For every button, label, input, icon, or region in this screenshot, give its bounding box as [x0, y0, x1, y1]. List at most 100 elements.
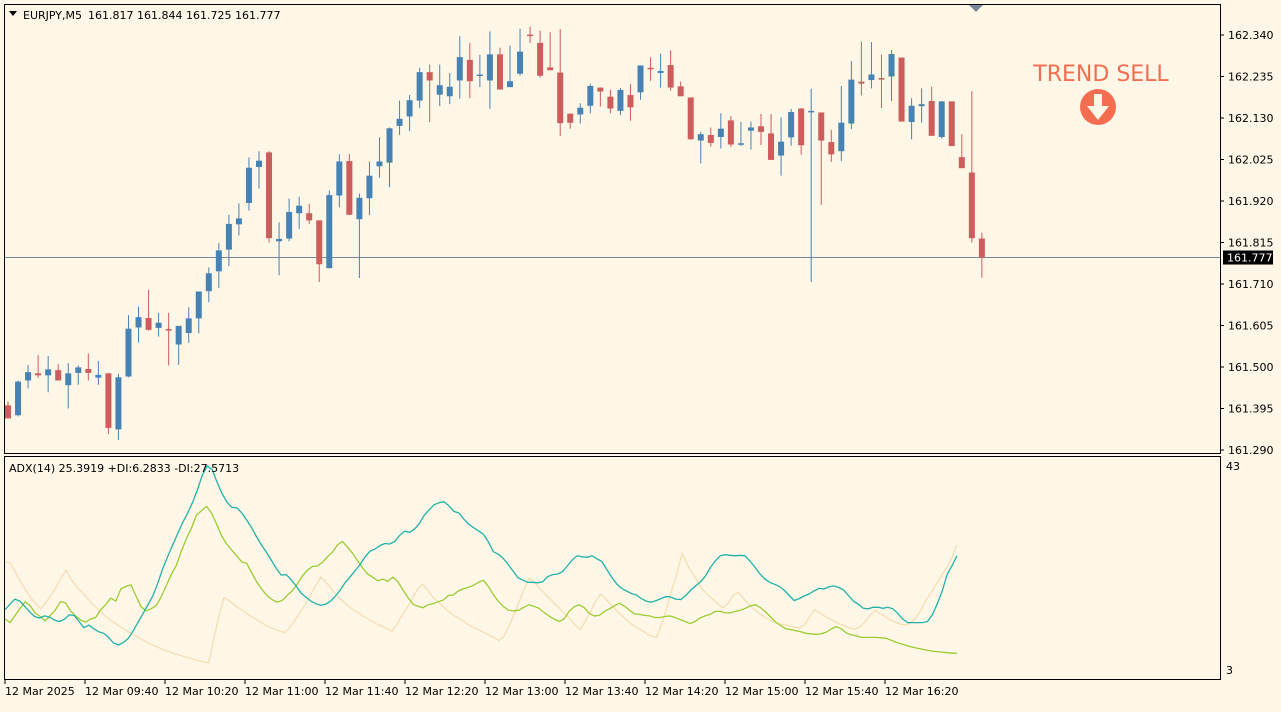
- candle-body: [416, 72, 423, 101]
- candle-body: [918, 104, 925, 107]
- candle-body: [15, 381, 22, 416]
- candle-body: [205, 273, 212, 292]
- candle-body: [476, 74, 483, 77]
- candle-body: [175, 325, 182, 345]
- price-tick-label: 161.290: [1228, 444, 1274, 457]
- candle-body: [5, 405, 11, 419]
- candle-body: [567, 113, 574, 123]
- indicator-panel-frame: [4, 456, 1221, 680]
- candle-body: [35, 373, 42, 376]
- candle-body: [496, 54, 503, 90]
- candle-body: [838, 122, 845, 152]
- candle-body: [286, 212, 293, 239]
- arrow-down-circle-icon: [1080, 89, 1116, 125]
- candle-body: [266, 152, 273, 239]
- candle-body: [155, 322, 162, 328]
- candle-body: [607, 96, 614, 109]
- price-tick-label: 162.025: [1228, 154, 1274, 167]
- symbol-menu-triangle-icon[interactable]: [9, 11, 17, 16]
- indicator-tick-label: 3: [1226, 664, 1233, 677]
- candle-body: [256, 160, 262, 168]
- chart-shift-marker[interactable]: [969, 5, 983, 12]
- candle-body: [486, 54, 493, 81]
- candle-body: [195, 291, 202, 319]
- candle-body: [215, 250, 222, 272]
- symbol-label[interactable]: EURJPY,M5: [23, 9, 82, 22]
- candle-body: [356, 197, 363, 220]
- candle-body: [868, 74, 875, 81]
- candle-body: [507, 81, 513, 88]
- candle-body: [908, 105, 915, 122]
- candle-body: [376, 161, 383, 167]
- candle-body: [85, 368, 92, 373]
- candle-body: [426, 72, 433, 81]
- price-tick-label: 161.920: [1228, 195, 1274, 208]
- candle-body: [948, 101, 955, 147]
- candle-body: [557, 72, 564, 124]
- candle-body: [145, 317, 152, 330]
- candle-body: [798, 108, 805, 146]
- price-tick-label: 162.130: [1228, 112, 1274, 125]
- time-axis: 12 Mar 2025 12 Mar 09:40 12 Mar 10:20 12 Ma…: [4, 680, 958, 698]
- time-tick-label: 12 Mar 16:20: [885, 685, 958, 698]
- price-tick-label: 161.395: [1228, 403, 1274, 416]
- chart-window: 162.340 162.235 162.130 162.025 161.920 161.8…: [0, 0, 1281, 708]
- price-axis: 162.340 162.235 162.130 162.025 161.920 161.8…: [1220, 29, 1274, 457]
- candle-body: [778, 141, 785, 156]
- candle-body: [105, 373, 112, 428]
- time-tick-label: 12 Mar 15:40: [805, 685, 878, 698]
- candle-body: [306, 213, 313, 221]
- candle-body: [225, 223, 232, 250]
- candle-body: [677, 86, 684, 97]
- time-tick-label: 12 Mar 11:40: [325, 685, 398, 698]
- candle-body: [537, 42, 544, 76]
- candle-body: [115, 377, 122, 430]
- candle-body: [978, 238, 985, 258]
- price-tick-label: 162.235: [1228, 71, 1274, 84]
- adx-lines-group: [4, 465, 958, 664]
- candle-body: [818, 112, 825, 141]
- candle-body: [296, 205, 303, 214]
- candle-body: [938, 101, 945, 137]
- candle-body: [75, 367, 82, 373]
- candle-body: [547, 67, 554, 71]
- candle-body: [968, 172, 975, 239]
- candle-body: [898, 57, 905, 122]
- candle-body: [727, 120, 734, 145]
- candle-body: [326, 195, 333, 269]
- candle-body: [185, 318, 192, 334]
- candle-body: [928, 101, 935, 136]
- candle-body: [828, 142, 835, 155]
- time-tick-label: 12 Mar 2025: [5, 685, 75, 698]
- candle-body: [366, 175, 373, 199]
- candle-body: [878, 78, 885, 80]
- candle-body: [456, 57, 463, 81]
- price-tick-label: 161.710: [1228, 278, 1274, 291]
- chart-svg: 162.340 162.235 162.130 162.025 161.920 161.8…: [4, 4, 1274, 698]
- time-tick-label: 12 Mar 11:00: [245, 685, 318, 698]
- candle-body: [687, 97, 694, 140]
- candle-body: [386, 128, 393, 163]
- indicator-axis: 43 3: [1226, 460, 1240, 677]
- candle-body: [95, 374, 102, 378]
- candle-body: [597, 87, 604, 92]
- candle-body: [697, 134, 704, 141]
- trend-signal-label: TREND SELL: [1032, 62, 1169, 87]
- candle-body: [466, 59, 473, 82]
- candle-body: [235, 218, 242, 225]
- candle-body: [577, 107, 584, 115]
- candle-body: [436, 85, 443, 95]
- candle-body: [717, 128, 724, 137]
- indicator-tick-label: 43: [1226, 460, 1240, 473]
- candle-body: [737, 143, 744, 145]
- candle-body: [276, 238, 283, 242]
- time-tick-label: 12 Mar 13:00: [485, 685, 558, 698]
- candle-body: [617, 89, 624, 111]
- candle-body: [627, 95, 634, 108]
- candle-body: [647, 67, 654, 70]
- candle-body: [165, 329, 172, 331]
- candle-body: [406, 100, 413, 117]
- time-tick-label: 12 Mar 14:20: [645, 685, 718, 698]
- candle-body: [65, 373, 72, 386]
- candle-body: [245, 167, 252, 203]
